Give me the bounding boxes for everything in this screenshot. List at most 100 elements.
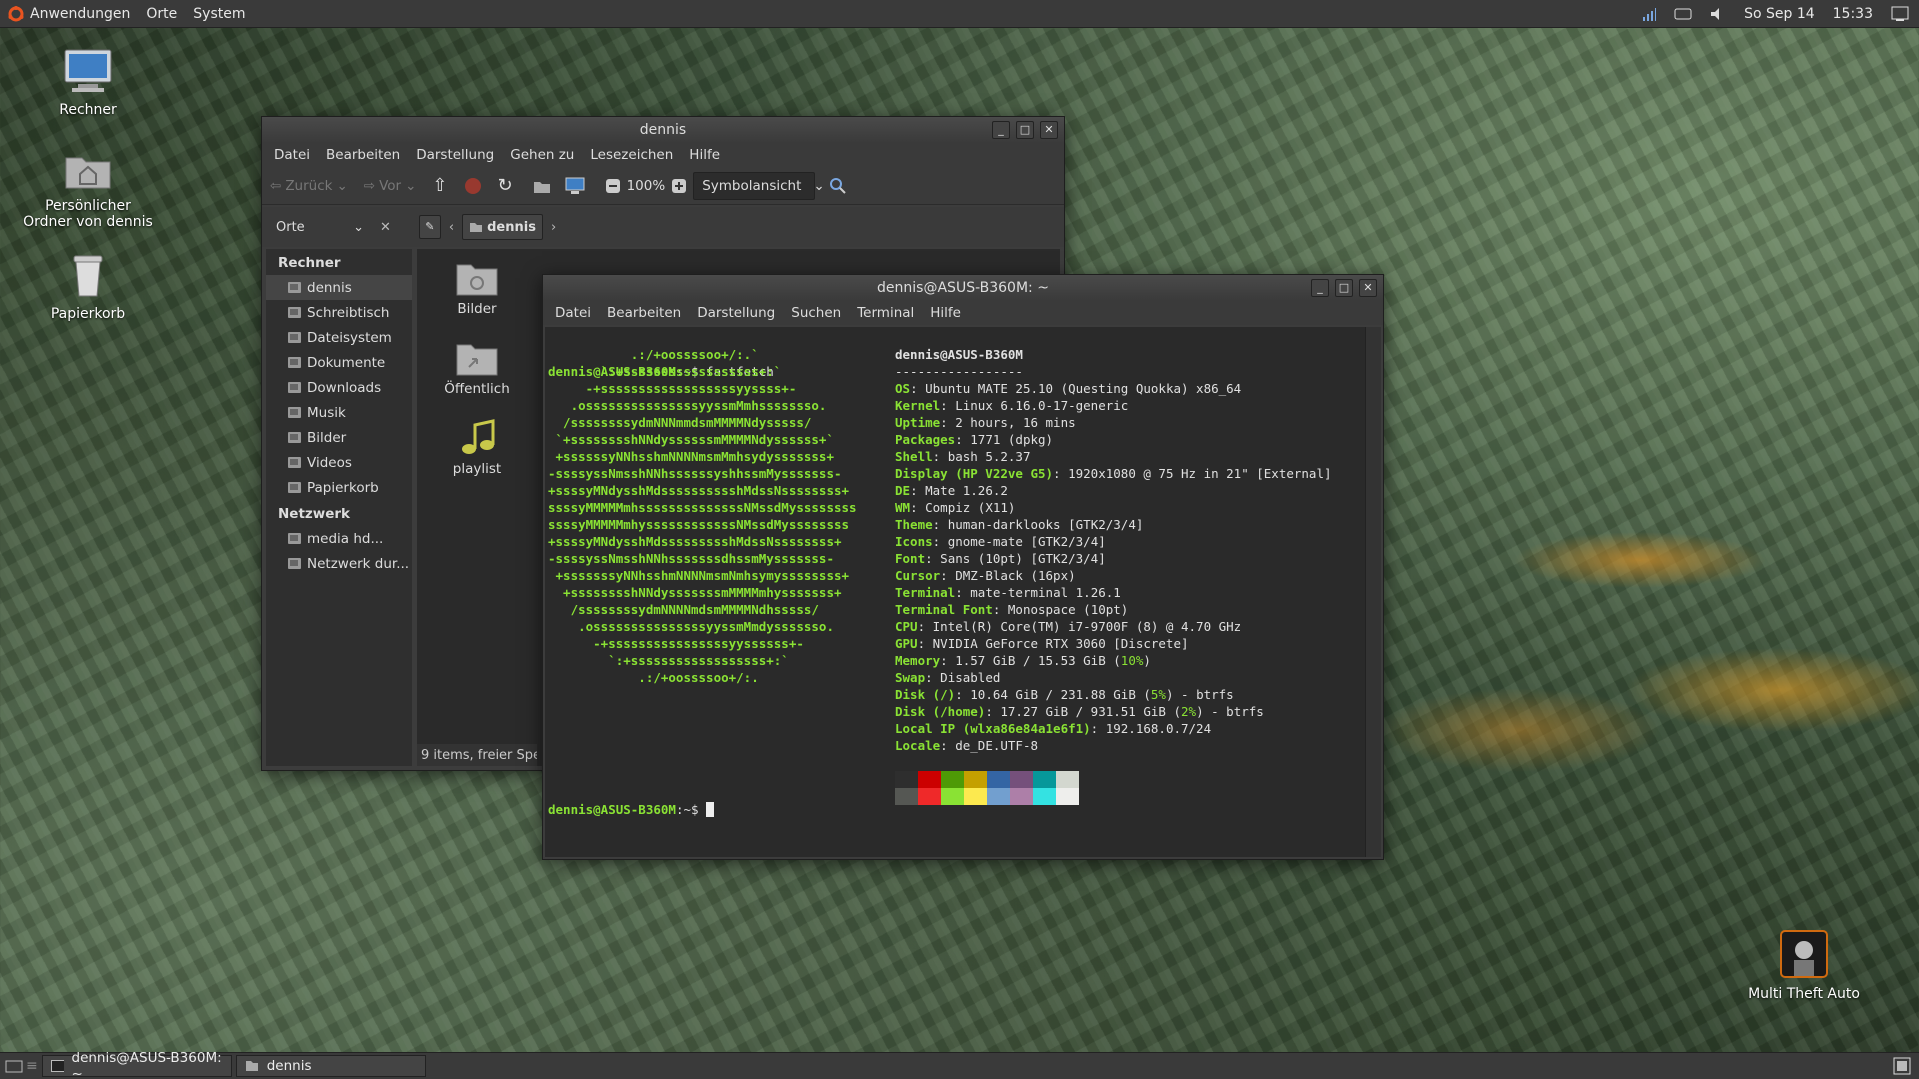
search-button[interactable] xyxy=(829,177,847,195)
menu-datei[interactable]: Datei xyxy=(266,147,318,163)
clock-date[interactable]: So Sep 14 xyxy=(1744,6,1815,22)
menu-hilfe[interactable]: Hilfe xyxy=(922,305,969,321)
menu-bearbeiten[interactable]: Bearbeiten xyxy=(318,147,408,163)
path-left-arrow[interactable]: ‹ xyxy=(449,220,454,235)
workspace-switcher-icon[interactable] xyxy=(1893,1057,1911,1075)
desktop-icon-home[interactable]: Persönlicher Ordner von dennis xyxy=(18,134,158,246)
zoom-in-button[interactable] xyxy=(671,178,687,194)
menu-datei[interactable]: Datei xyxy=(547,305,599,321)
menu-hilfe[interactable]: Hilfe xyxy=(681,147,728,163)
file-item[interactable]: Bilder xyxy=(437,259,517,317)
window-titlebar[interactable]: dennis _ □ ✕ xyxy=(262,117,1064,143)
sidebar-item[interactable]: Dokumente xyxy=(266,350,412,375)
show-desktop-icon[interactable] xyxy=(1891,6,1909,22)
close-button[interactable]: ✕ xyxy=(1359,279,1377,297)
desktop-icon-trash[interactable]: Papierkorb xyxy=(18,252,158,322)
zoom-out-button[interactable] xyxy=(605,178,621,194)
menu-bearbeiten[interactable]: Bearbeiten xyxy=(599,305,689,321)
computer-button[interactable] xyxy=(565,177,585,195)
menu-darstellung[interactable]: Darstellung xyxy=(408,147,502,163)
home-button[interactable] xyxy=(533,178,551,194)
file-label: Bilder xyxy=(457,301,497,317)
info-line: Local IP (wlxa86e84a1e6f1): 192.168.0.7/… xyxy=(895,721,1212,736)
show-desktop-icon[interactable] xyxy=(4,1058,26,1074)
info-separator: ----------------- xyxy=(895,364,1023,379)
path-button-dennis[interactable]: dennis xyxy=(462,214,543,240)
places-select[interactable]: Orte ⌄ xyxy=(268,213,372,241)
folder-icon xyxy=(288,533,301,544)
info-key: Kernel xyxy=(895,398,941,413)
info-tail: ) - btrfs xyxy=(1165,687,1234,702)
window-titlebar[interactable]: dennis@ASUS-B360M: ~ _ □ ✕ xyxy=(543,275,1383,301)
edit-location-button[interactable]: ✎ xyxy=(418,215,441,239)
sidebar-item[interactable]: Papierkorb xyxy=(266,475,412,500)
terminal-window: dennis@ASUS-B360M: ~ _ □ ✕ Datei Bearbei… xyxy=(542,274,1384,860)
path-label: dennis xyxy=(487,219,536,235)
minimize-button[interactable]: _ xyxy=(992,121,1010,139)
taskbar-item-terminal[interactable]: dennis@ASUS-B360M: ~ xyxy=(41,1050,232,1079)
applications-menu[interactable]: Anwendungen xyxy=(0,5,138,22)
sidebar-item[interactable]: dennis xyxy=(266,275,412,300)
window-title: dennis xyxy=(639,122,687,138)
computer-icon xyxy=(64,49,112,92)
sidebar-item[interactable]: Musik xyxy=(266,400,412,425)
reload-icon: ↻ xyxy=(497,175,513,196)
menu-terminal[interactable]: Terminal xyxy=(849,305,922,321)
info-line: Theme: human-darklooks [GTK2/3/4] xyxy=(895,517,1144,532)
stop-button[interactable] xyxy=(464,177,482,195)
terminal-output[interactable]: dennis@ASUS-B360M:~$ fastfetch .:/+oosss… xyxy=(545,327,1365,857)
zoom-level[interactable]: 100% xyxy=(627,178,666,194)
system-tray: So Sep 14 15:33 xyxy=(1642,6,1919,22)
network-signal-icon[interactable] xyxy=(1642,7,1657,21)
info-line: Icons: gnome-mate [GTK2/3/4] xyxy=(895,534,1106,549)
close-sidebar-icon[interactable]: ✕ xyxy=(380,220,391,235)
info-key: Uptime xyxy=(895,415,941,430)
desktop-icon-computer[interactable]: Rechner xyxy=(18,48,158,118)
sidebar-item[interactable]: Bilder xyxy=(266,425,412,450)
reload-button[interactable]: ↻ xyxy=(498,175,513,196)
places-menu[interactable]: Orte xyxy=(138,6,185,22)
info-key: Packages xyxy=(895,432,956,447)
maximize-button[interactable]: □ xyxy=(1335,279,1353,297)
menu-darstellung[interactable]: Darstellung xyxy=(689,305,783,321)
minimize-button[interactable]: _ xyxy=(1311,279,1329,297)
view-mode-select[interactable]: Symbolansicht ⌄ xyxy=(693,171,825,200)
sidebar-item[interactable]: Schreibtisch xyxy=(266,300,412,325)
desktop-icon-label: Papierkorb xyxy=(50,306,126,322)
panel-handle[interactable]: ≡ xyxy=(26,1058,38,1074)
taskbar-item-filemanager[interactable]: dennis xyxy=(235,1055,426,1077)
sidebar-item[interactable]: Dateisystem xyxy=(266,325,412,350)
info-percent: 2% xyxy=(1181,704,1197,719)
sidebar-item[interactable]: Netzwerk dur... xyxy=(266,551,412,576)
desktop-icon-mta[interactable]: Multi Theft Auto xyxy=(1734,930,1874,1002)
info-line: Packages: 1771 (dpkg) xyxy=(895,432,1054,447)
up-button[interactable]: ⇧ xyxy=(432,175,447,196)
volume-icon[interactable] xyxy=(1710,7,1726,21)
close-button[interactable]: ✕ xyxy=(1040,121,1058,139)
menu-gehen-zu[interactable]: Gehen zu xyxy=(502,147,582,163)
ascii-logo-line: +ssssyMNdysshMdssssssssshMdssNssssssss+ xyxy=(548,534,842,549)
info-key: Memory xyxy=(895,653,941,668)
system-menu[interactable]: System xyxy=(185,6,253,22)
menu-lesezeichen[interactable]: Lesezeichen xyxy=(582,147,681,163)
forward-button[interactable]: ⇨ Vor ⌄ xyxy=(364,178,417,194)
path-right-arrow[interactable]: › xyxy=(551,220,556,235)
sidebar-item[interactable]: media hd... xyxy=(266,526,412,551)
sidebar-item[interactable]: Videos xyxy=(266,450,412,475)
file-item[interactable]: playlist xyxy=(437,419,517,477)
file-item[interactable]: Öffentlich xyxy=(437,339,517,397)
info-value: gnome-mate [GTK2/3/4] xyxy=(947,534,1106,549)
info-key: GPU xyxy=(895,636,918,651)
keyboard-indicator-icon[interactable] xyxy=(1674,7,1692,21)
menubar: Datei Bearbeiten Darstellung Gehen zu Le… xyxy=(262,143,1064,167)
menu-suchen[interactable]: Suchen xyxy=(783,305,849,321)
sidebar-item[interactable]: Downloads xyxy=(266,375,412,400)
info-value: Compiz (X11) xyxy=(925,500,1016,515)
back-button[interactable]: ⇦ Zurück ⌄ xyxy=(270,178,348,194)
clock-time[interactable]: 15:33 xyxy=(1833,6,1873,22)
color-swatch xyxy=(1056,771,1079,788)
terminal-scrollbar[interactable] xyxy=(1365,327,1381,857)
window-title: dennis@ASUS-B360M: ~ xyxy=(877,280,1049,296)
maximize-button[interactable]: □ xyxy=(1016,121,1034,139)
info-key: DE xyxy=(895,483,911,498)
